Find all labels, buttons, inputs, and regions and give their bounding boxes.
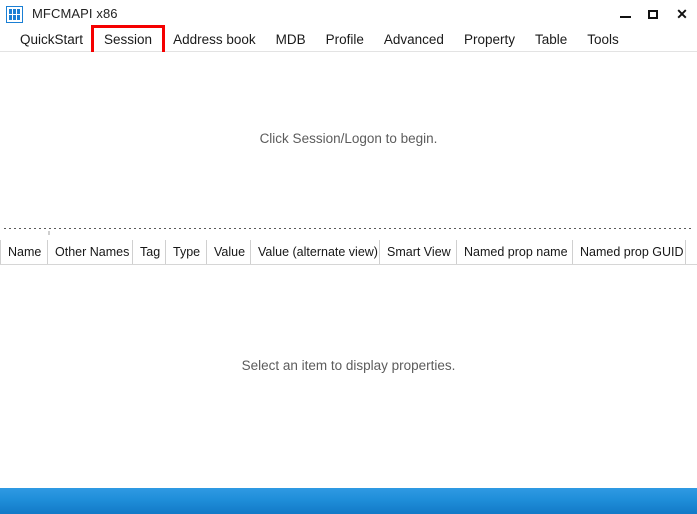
lower-pane-message: Select an item to display properties. [241,358,456,373]
menu-item-mdb[interactable]: MDB [266,29,316,51]
upper-pane-message: Click Session/Logon to begin. [259,131,438,146]
column-header-filler [686,240,697,264]
menu-item-session[interactable]: Session [91,24,166,55]
column-header-smart-view[interactable]: Smart View [380,240,457,264]
pane-splitter[interactable] [0,225,697,239]
app-grid-icon [6,5,23,23]
title-bar: MFCMAPI x86 ✕ [0,0,697,28]
column-header-value[interactable]: Value [207,240,251,264]
application-window: MFCMAPI x86 ✕ QuickStart Session Address… [0,0,697,514]
lower-content-pane: Select an item to display properties. [0,265,697,514]
splitter-dotted-line [4,228,693,229]
close-icon[interactable]: ✕ [675,6,689,22]
minimize-icon[interactable] [619,6,633,22]
upper-content-pane: Click Session/Logon to begin. [0,52,697,225]
menu-item-table[interactable]: Table [525,29,577,51]
column-header-value-alternate[interactable]: Value (alternate view) [251,240,380,264]
menu-item-tools[interactable]: Tools [577,29,629,51]
bottom-status-bar [0,488,697,514]
menu-item-profile[interactable]: Profile [316,29,374,51]
column-header-named-prop-guid[interactable]: Named prop GUID [573,240,686,264]
column-header-tag[interactable]: Tag [133,240,166,264]
column-header-type[interactable]: Type [166,240,207,264]
menu-item-advanced[interactable]: Advanced [374,29,454,51]
maximize-icon[interactable] [647,6,661,22]
column-header-name[interactable]: Name [0,240,48,264]
menu-item-address-book[interactable]: Address book [163,29,266,51]
menu-item-quickstart[interactable]: QuickStart [10,29,93,51]
column-header-other-names[interactable]: Other Names [48,240,133,264]
property-table-header: Name Other Names Tag Type Value Value (a… [0,239,697,265]
window-title: MFCMAPI x86 [32,6,118,21]
menu-item-property[interactable]: Property [454,29,525,51]
window-controls: ✕ [619,0,689,28]
column-header-named-prop-name[interactable]: Named prop name [457,240,573,264]
splitter-grip [48,231,50,235]
menu-bar: QuickStart Session Address book MDB Prof… [0,24,697,55]
